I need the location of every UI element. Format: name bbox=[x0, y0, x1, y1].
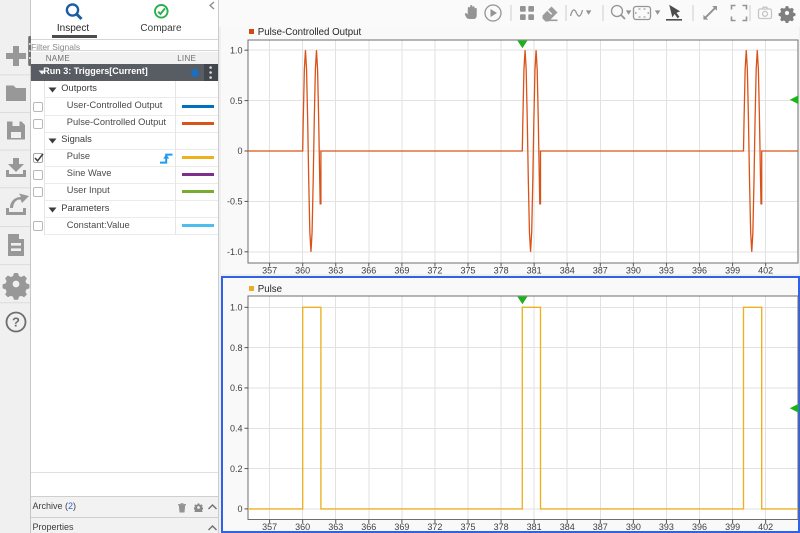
svg-text:378: 378 bbox=[494, 522, 509, 532]
svg-text:384: 384 bbox=[560, 522, 575, 532]
svg-text:357: 357 bbox=[262, 266, 277, 276]
svg-text:0: 0 bbox=[237, 504, 242, 514]
svg-text:0.2: 0.2 bbox=[230, 464, 243, 474]
svg-text:390: 390 bbox=[626, 266, 641, 276]
svg-text:366: 366 bbox=[361, 266, 376, 276]
svg-text:-0.5: -0.5 bbox=[227, 197, 243, 207]
svg-text:1.0: 1.0 bbox=[230, 303, 243, 313]
svg-text:0: 0 bbox=[237, 146, 242, 156]
svg-text:0.5: 0.5 bbox=[230, 96, 243, 106]
svg-text:375: 375 bbox=[461, 522, 476, 532]
svg-text:0.8: 0.8 bbox=[230, 343, 243, 353]
svg-text:360: 360 bbox=[295, 266, 310, 276]
svg-text:366: 366 bbox=[361, 522, 376, 532]
svg-text:0.6: 0.6 bbox=[230, 383, 243, 393]
svg-text:396: 396 bbox=[692, 522, 707, 532]
svg-text:357: 357 bbox=[262, 522, 277, 532]
svg-text:390: 390 bbox=[626, 522, 641, 532]
svg-text:1.0: 1.0 bbox=[230, 45, 243, 55]
svg-text:369: 369 bbox=[394, 522, 409, 532]
svg-text:399: 399 bbox=[725, 522, 740, 532]
svg-text:402: 402 bbox=[758, 522, 773, 532]
svg-text:381: 381 bbox=[527, 522, 542, 532]
svg-text:372: 372 bbox=[427, 522, 442, 532]
svg-text:387: 387 bbox=[593, 522, 608, 532]
svg-text:399: 399 bbox=[725, 266, 740, 276]
svg-text:-1.0: -1.0 bbox=[227, 247, 243, 257]
svg-text:378: 378 bbox=[494, 266, 509, 276]
svg-text:360: 360 bbox=[295, 522, 310, 532]
svg-text:363: 363 bbox=[328, 266, 343, 276]
svg-text:384: 384 bbox=[560, 266, 575, 276]
svg-text:369: 369 bbox=[394, 266, 409, 276]
svg-text:396: 396 bbox=[692, 266, 707, 276]
svg-text:363: 363 bbox=[328, 522, 343, 532]
svg-text:402: 402 bbox=[758, 266, 773, 276]
svg-text:393: 393 bbox=[659, 522, 674, 532]
svg-text:372: 372 bbox=[427, 266, 442, 276]
svg-text:381: 381 bbox=[527, 266, 542, 276]
svg-text:0.4: 0.4 bbox=[230, 423, 243, 433]
svg-text:393: 393 bbox=[659, 266, 674, 276]
svg-text:375: 375 bbox=[461, 266, 476, 276]
svg-text:387: 387 bbox=[593, 266, 608, 276]
